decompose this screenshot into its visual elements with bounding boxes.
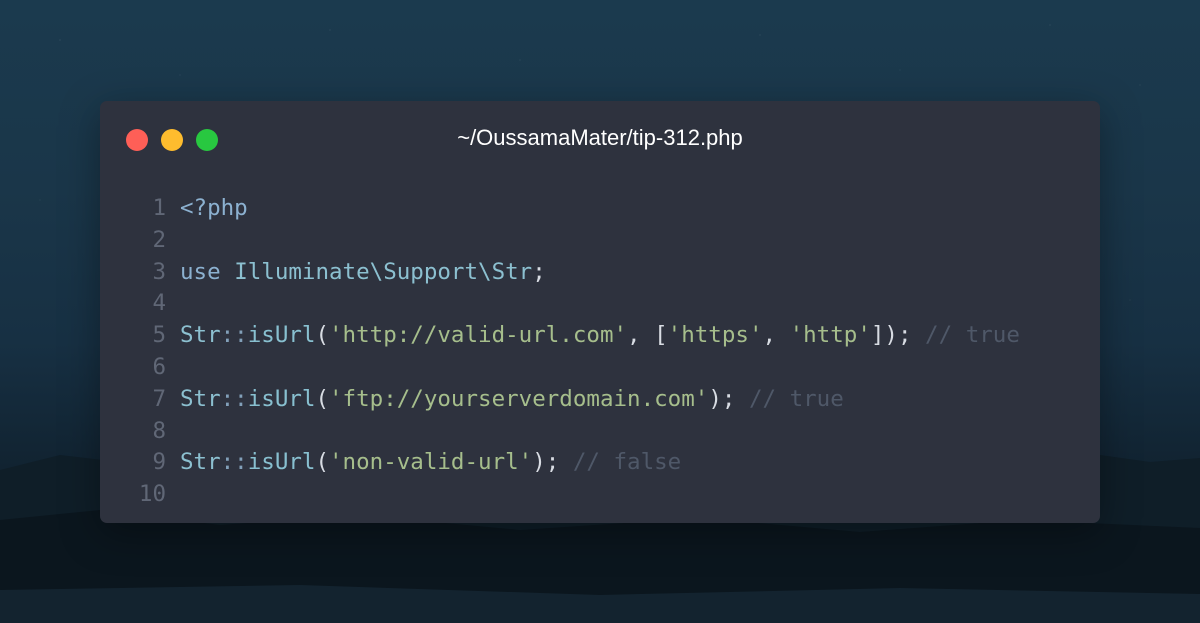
- line-number: 4: [152, 290, 166, 317]
- keyword-use: use: [180, 258, 221, 285]
- string-literal: 'https': [667, 322, 763, 349]
- php-open-tag: <?php: [180, 195, 248, 221]
- line-number: 2: [152, 226, 166, 253]
- code-line: 6: [100, 352, 1020, 384]
- code-line: 1 <?php: [100, 193, 1020, 225]
- line-number: 10: [138, 481, 166, 508]
- code-line: 7 Str:: isUrl('ftp://yourserverdomain.com…: [100, 384, 1020, 416]
- code-line: 9 Str:: isUrl('non-valid-url'); // false: [100, 447, 1020, 479]
- comment: // true: [735, 385, 844, 412]
- method-name: isUrl: [247, 385, 316, 412]
- line-number: 6: [152, 353, 166, 380]
- line-number: 5: [152, 322, 166, 349]
- code-line: 2: [100, 225, 1020, 257]
- comment: // false: [559, 449, 682, 476]
- class-name: Str: [180, 322, 221, 349]
- class-name: Str: [180, 449, 221, 476]
- comment: // true: [911, 322, 1020, 349]
- string-literal: 'ftp://yourserverdomain.com': [329, 385, 709, 412]
- method-name: isUrl: [247, 322, 316, 349]
- string-literal: 'http': [789, 322, 871, 349]
- string-literal: 'http://valid-url.com': [329, 322, 628, 349]
- string-literal: 'non-valid-url': [329, 449, 533, 476]
- line-number: 9: [152, 449, 166, 476]
- method-name: isUrl: [247, 449, 316, 476]
- title-bar: ~/OussamaMater/tip-312.php: [100, 101, 1100, 177]
- code-window: ~/OussamaMater/tip-312.php 1 <?php 2 3 u…: [100, 101, 1100, 523]
- line-number: 1: [152, 195, 166, 221]
- line-number: 3: [152, 258, 166, 285]
- code-line: 3 use Illuminate\Support\Str;: [100, 257, 1020, 289]
- class-name: Str: [180, 385, 221, 412]
- line-number: 8: [152, 417, 166, 444]
- code-line: 5 Str:: isUrl('http://valid-url.com', ['h…: [100, 320, 1020, 352]
- code-editor: 1 <?php 2 3 use Illuminate\Support\Str; …: [100, 193, 1020, 511]
- window-title: ~/OussamaMater/tip-312.php: [457, 125, 743, 150]
- code-line: 8: [100, 416, 1020, 448]
- code-line: 4: [100, 288, 1020, 320]
- line-number: 7: [152, 385, 166, 412]
- code-line: 10: [100, 479, 1020, 511]
- namespace-name: Illuminate\Support\Str: [234, 258, 533, 285]
